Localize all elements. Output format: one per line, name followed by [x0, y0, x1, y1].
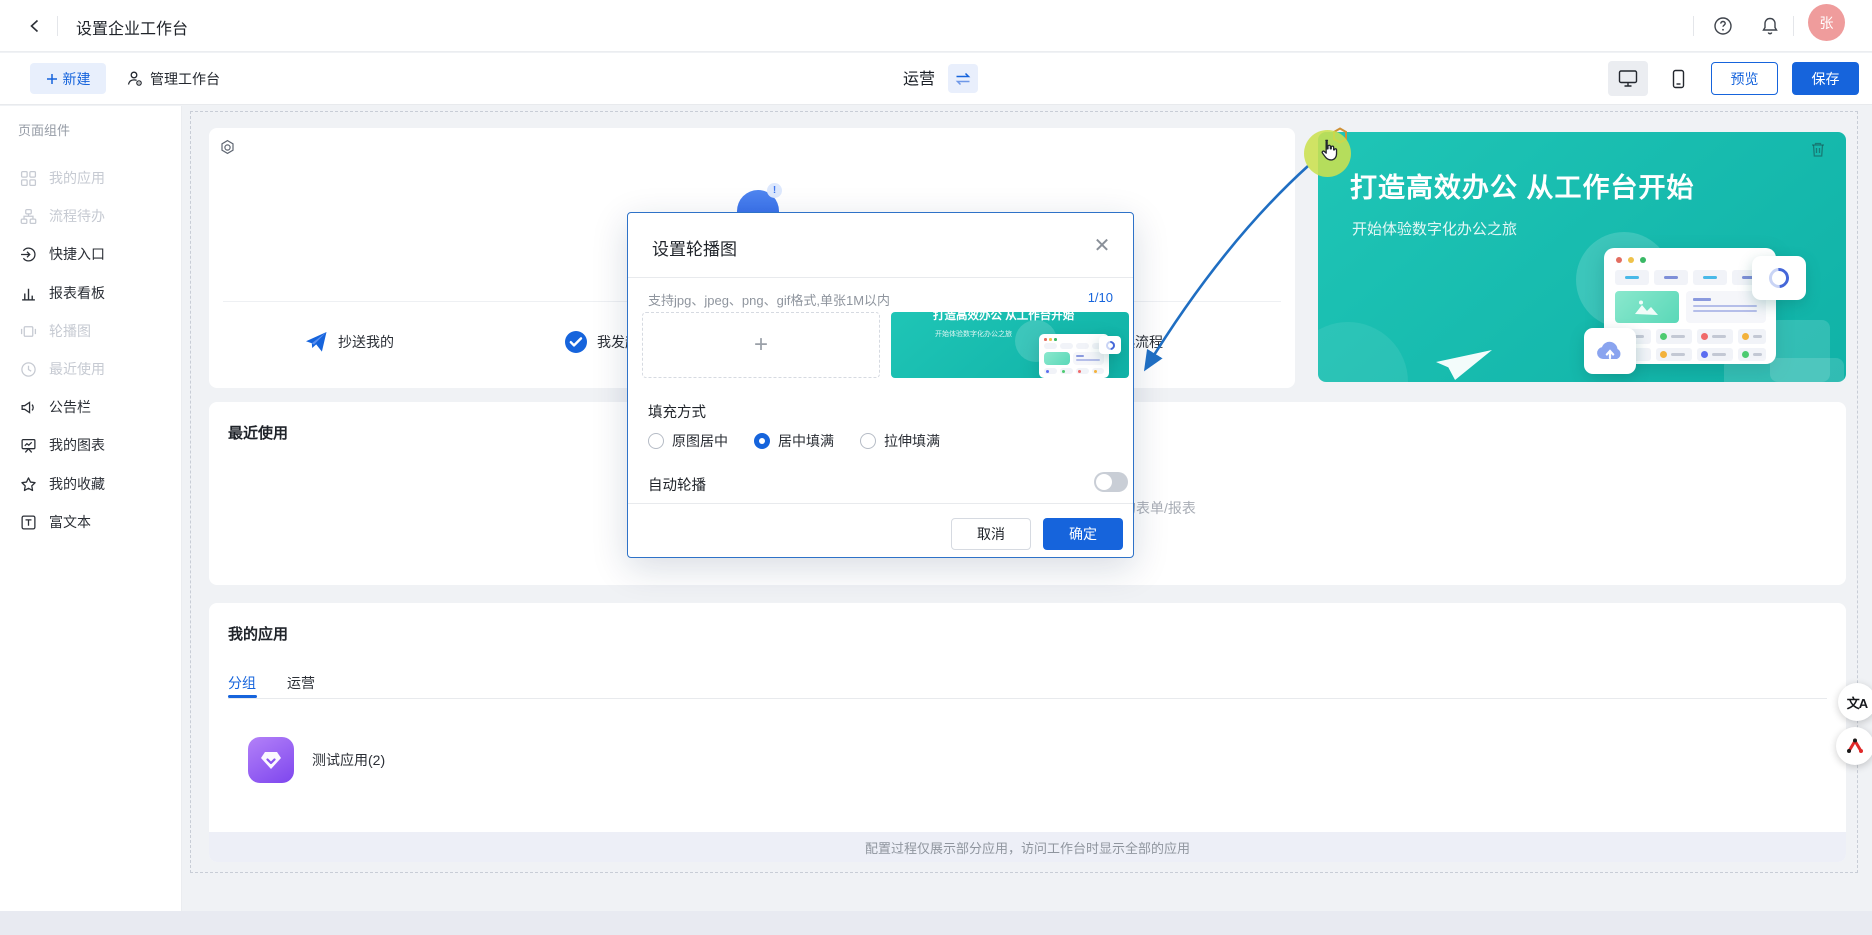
sidebar-item-label: 我的应用	[49, 168, 105, 188]
avatar[interactable]: 张	[1808, 4, 1845, 41]
preview-button[interactable]: 预览	[1711, 62, 1778, 95]
grid-icon	[20, 170, 37, 187]
divider	[628, 503, 1133, 504]
help-button[interactable]	[1708, 11, 1738, 41]
sidebar-item-my-charts[interactable]: 我的图表	[0, 426, 182, 464]
upload-image-button[interactable]: +	[642, 312, 880, 378]
page-title: 设置企业工作台	[76, 15, 188, 39]
carousel-icon	[20, 323, 37, 340]
radio-icon[interactable]	[754, 433, 770, 449]
sidebar-item-recent[interactable]: 最近使用	[0, 350, 182, 388]
sidebar-header: 页面组件	[18, 120, 70, 139]
speaker-icon	[20, 399, 37, 416]
clock-icon	[20, 361, 37, 378]
workspace-name: 运营	[903, 65, 935, 89]
auto-play-toggle[interactable]	[1094, 472, 1128, 492]
fill-option-2[interactable]: 拉伸填满	[860, 431, 940, 451]
sidebar-item-favorites[interactable]: 我的收藏	[0, 465, 182, 503]
sidebar-item-richtext[interactable]: 富文本	[0, 503, 182, 541]
notifications-button[interactable]	[1755, 11, 1785, 41]
divider	[57, 16, 58, 36]
fill-option-1[interactable]: 居中填满	[754, 431, 834, 451]
monitor-icon	[1618, 69, 1638, 88]
sidebar-item-label: 流程待办	[49, 206, 105, 226]
star-icon	[20, 476, 37, 493]
hand-cursor-icon	[1315, 138, 1341, 170]
thumbnail-subtitle: 开始体验数字化办公之旅	[935, 329, 1012, 339]
radio-label: 原图居中	[672, 431, 728, 451]
image-counter: 1/10	[1088, 290, 1113, 305]
sidebar-item-label: 报表看板	[49, 283, 105, 303]
sidebar-item-carousel[interactable]: 轮播图	[0, 312, 182, 350]
topbar: 设置企业工作台 张	[0, 0, 1872, 52]
new-button[interactable]: 新建	[30, 63, 106, 94]
plus-icon	[46, 73, 58, 85]
thumbnail-refresh-badge	[1099, 336, 1121, 354]
chevron-left-icon	[28, 19, 42, 33]
translate-icon: 文A	[1847, 693, 1867, 712]
node-graph-icon	[1845, 736, 1865, 756]
components-sidebar: 页面组件 我的应用 流程待办 快捷入口 报表看板 轮播图 最近使用 公告栏	[0, 106, 182, 911]
modal-title: 设置轮播图	[652, 235, 737, 260]
sidebar-item-report-board[interactable]: 报表看板	[0, 274, 182, 312]
board-icon	[20, 437, 37, 454]
builder-toolbar: 新建 管理工作台 运营 预览 保存	[0, 53, 1872, 105]
confirm-button[interactable]: 确定	[1043, 518, 1123, 550]
desktop-view-button[interactable]	[1608, 61, 1648, 96]
sidebar-item-announcement[interactable]: 公告栏	[0, 388, 182, 426]
save-button[interactable]: 保存	[1792, 62, 1859, 95]
bell-icon	[1760, 16, 1780, 36]
translate-floating-button[interactable]: 文A	[1838, 683, 1872, 721]
upload-hint: 支持jpg、jpeg、png、gif格式,单张1M以内	[648, 290, 890, 309]
phone-icon	[1670, 69, 1687, 89]
bottom-strip	[0, 911, 1872, 935]
help-icon	[1713, 16, 1733, 36]
auto-play-label: 自动轮播	[648, 474, 706, 495]
user-gear-icon	[126, 70, 143, 87]
flow-icon	[20, 208, 37, 225]
divider	[628, 277, 1133, 278]
divider	[1693, 16, 1694, 36]
close-icon[interactable]: ✕	[1091, 235, 1113, 257]
radio-label: 居中填满	[778, 431, 834, 451]
graph-floating-button[interactable]	[1836, 727, 1872, 765]
chart-icon	[20, 285, 37, 302]
divider	[1793, 16, 1794, 36]
cancel-button[interactable]: 取消	[951, 518, 1031, 550]
sidebar-item-label: 我的图表	[49, 435, 105, 455]
carousel-settings-modal: 设置轮播图 ✕ 支持jpg、jpeg、png、gif格式,单张1M以内 1/10…	[627, 212, 1134, 558]
radio-icon[interactable]	[648, 433, 664, 449]
manage-workspace-button[interactable]: 管理工作台	[126, 63, 220, 94]
radio-icon[interactable]	[860, 433, 876, 449]
switch-workspace-button[interactable]	[948, 64, 978, 93]
thumbnail-title: 打造高效办公 从工作台开始	[933, 312, 1074, 323]
swap-icon	[954, 71, 972, 87]
fill-option-0[interactable]: 原图居中	[648, 431, 728, 451]
enter-icon	[20, 246, 37, 263]
sidebar-item-flow-todo[interactable]: 流程待办	[0, 197, 182, 235]
sidebar-item-label: 最近使用	[49, 359, 105, 379]
sidebar-item-label: 公告栏	[49, 397, 91, 417]
sidebar-item-label: 快捷入口	[49, 244, 105, 264]
manage-workspace-label: 管理工作台	[150, 69, 220, 89]
carousel-image-thumbnail[interactable]: 打造高效办公 从工作台开始 开始体验数字化办公之旅	[891, 312, 1129, 378]
exclamation-bubble: !	[767, 183, 782, 198]
sidebar-item-label: 富文本	[49, 512, 91, 532]
fill-mode-label: 填充方式	[648, 401, 706, 422]
mobile-view-button[interactable]	[1658, 61, 1698, 96]
back-button[interactable]	[22, 13, 48, 39]
toggle-knob	[1096, 474, 1112, 490]
fill-mode-options: 原图居中 居中填满 拉伸填满	[648, 431, 940, 451]
new-button-label: 新建	[63, 69, 91, 89]
sidebar-item-my-apps[interactable]: 我的应用	[0, 159, 182, 197]
workspace-builder-app: 设置企业工作台 张 新建 管理工作台 运营 预览 保存	[0, 0, 1872, 935]
sidebar-item-label: 轮播图	[49, 321, 91, 341]
radio-label: 拉伸填满	[884, 431, 940, 451]
richtext-icon	[20, 514, 37, 531]
sidebar-item-label: 我的收藏	[49, 474, 105, 494]
sidebar-item-quick-entry[interactable]: 快捷入口	[0, 235, 182, 273]
